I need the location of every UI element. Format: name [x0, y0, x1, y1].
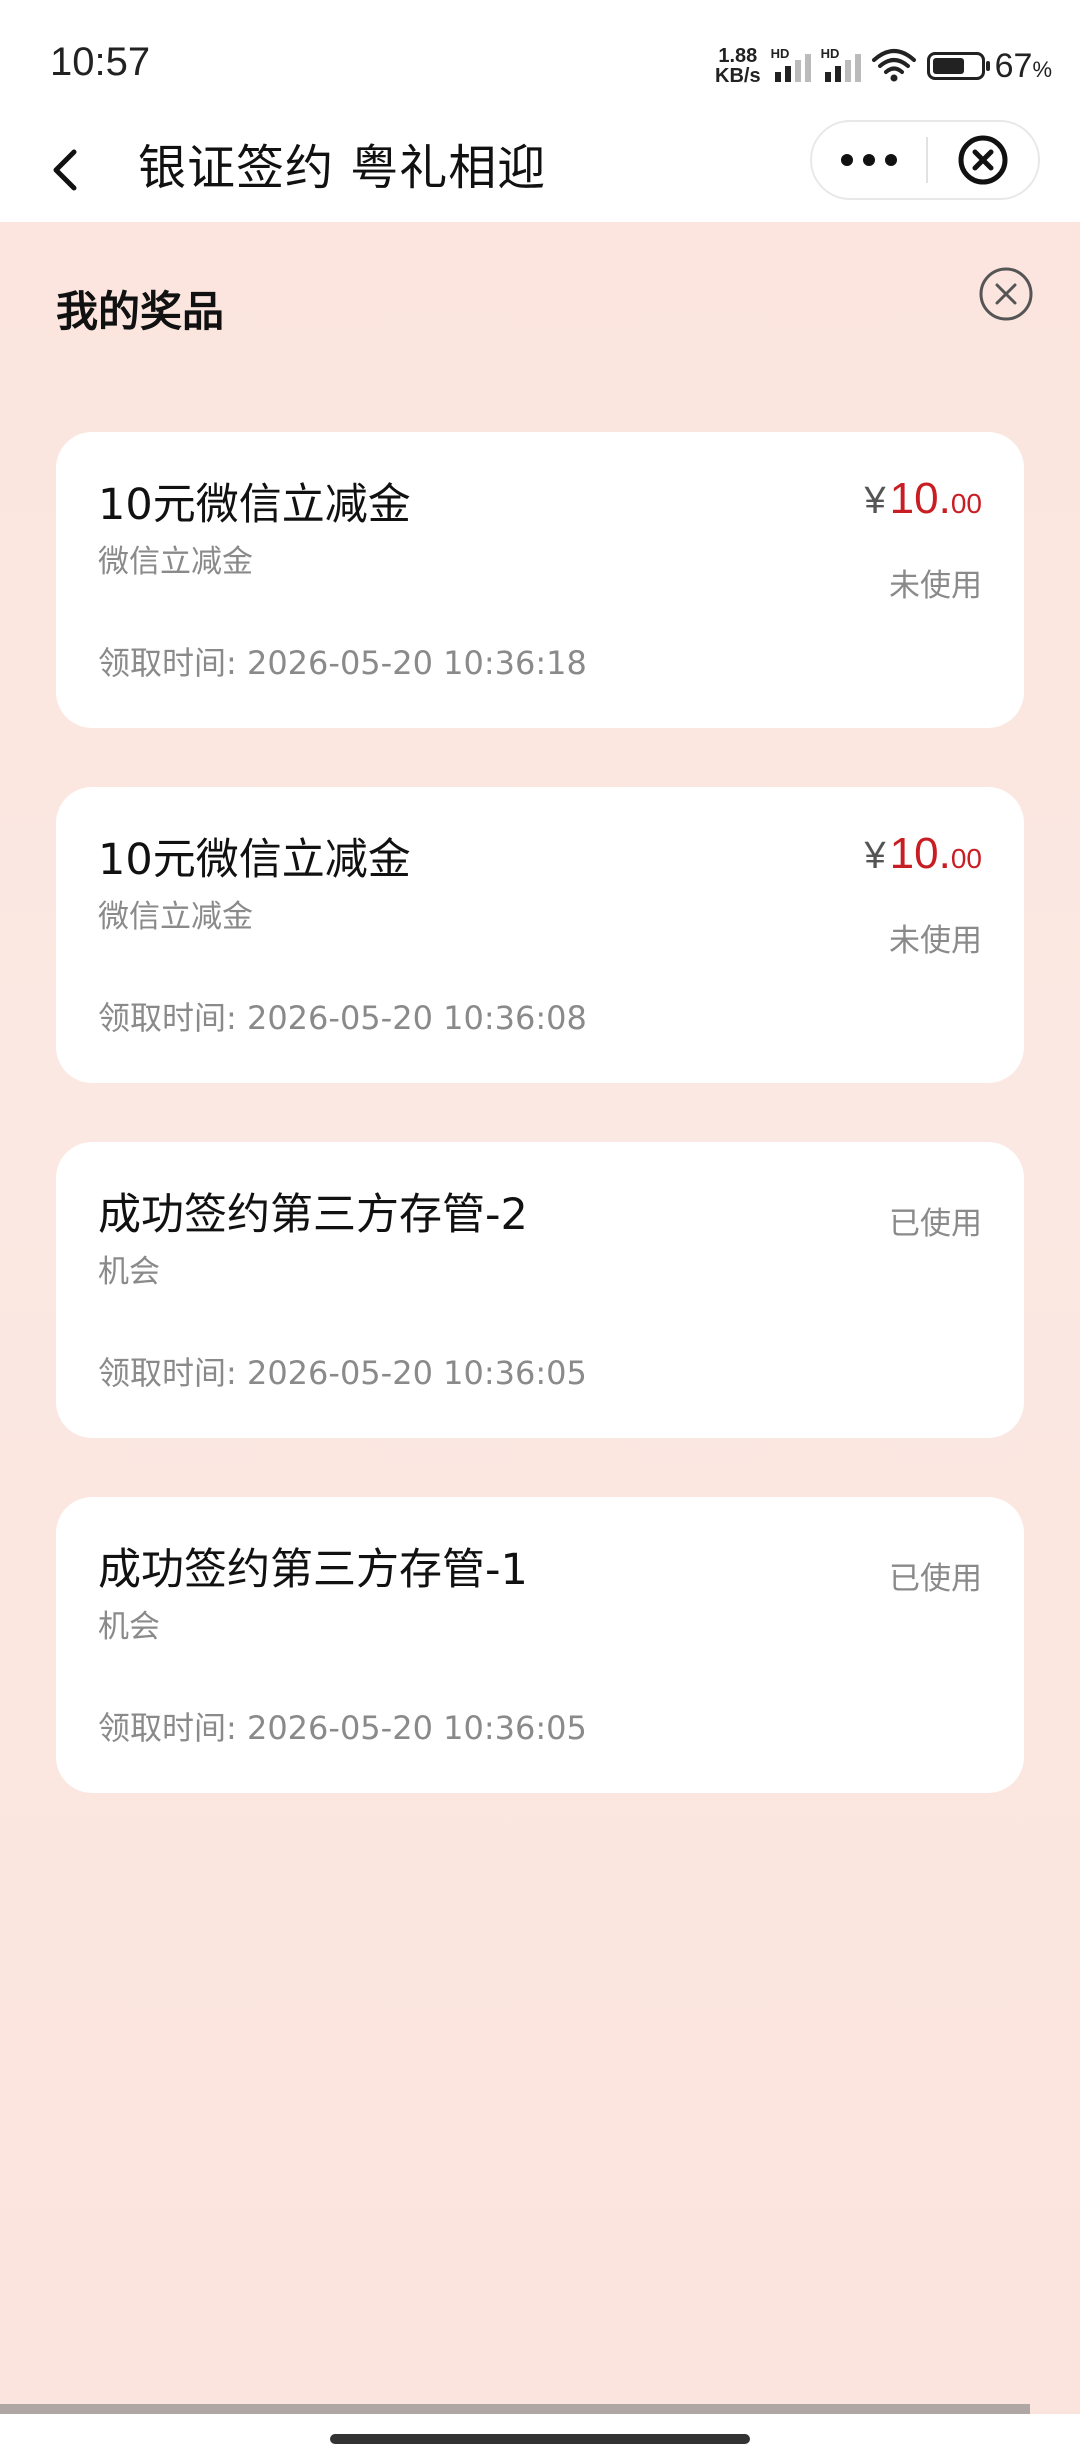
battery-percent: 67%	[994, 46, 1052, 85]
prize-status: 已使用	[889, 1561, 982, 1597]
mini-program-capsule	[810, 120, 1040, 200]
battery-fill	[932, 58, 964, 74]
prize-card[interactable]: 10元微信立减金 微信立减金 领取时间: 2026-05-20 10:36:18…	[56, 432, 1024, 728]
panel-close-button[interactable]	[978, 266, 1034, 322]
prize-type: 机会	[98, 1254, 160, 1290]
battery-icon	[926, 52, 990, 80]
network-speed-value: 1.88	[718, 45, 758, 67]
prize-type: 微信立减金	[98, 544, 253, 580]
network-speed: 1.88 KB/s	[715, 46, 761, 86]
page-title: 银证签约 粤礼相迎	[138, 140, 547, 196]
prize-claim-time: 领取时间: 2026-05-20 10:36:05	[98, 1354, 587, 1392]
amount-integer: 10.	[889, 829, 951, 878]
status-icons: 1.88 KB/s HD HD 67%	[715, 44, 1052, 88]
panel-title: 我的奖品	[56, 287, 225, 336]
chevron-left-icon	[53, 149, 77, 191]
prize-card[interactable]: 10元微信立减金 微信立减金 领取时间: 2026-05-20 10:36:08…	[56, 787, 1024, 1083]
horizontal-scrollbar[interactable]	[0, 2404, 1030, 2414]
prize-card[interactable]: 成功签约第三方存管-1 机会 领取时间: 2026-05-20 10:36:05…	[56, 1497, 1024, 1793]
prize-claim-time: 领取时间: 2026-05-20 10:36:18	[98, 644, 587, 682]
back-button[interactable]	[40, 136, 100, 202]
prize-card[interactable]: 成功签约第三方存管-2 机会 领取时间: 2026-05-20 10:36:05…	[56, 1142, 1024, 1438]
amount-integer: 10.	[889, 474, 951, 523]
nav-bar: 银证签约 粤礼相迎	[0, 116, 1080, 222]
prize-name: 成功签约第三方存管-1	[98, 1545, 528, 1595]
status-time: 10:57	[50, 40, 151, 84]
currency-symbol: ¥	[864, 480, 886, 522]
prize-claim-time: 领取时间: 2026-05-20 10:36:05	[98, 1709, 587, 1747]
exit-button[interactable]	[928, 122, 1038, 198]
prize-name: 10元微信立减金	[98, 835, 411, 885]
prize-amount: ¥10.00	[865, 474, 982, 524]
prize-amount: ¥10.00	[865, 829, 982, 879]
prize-status: 未使用	[889, 923, 982, 959]
hd-label: HD	[820, 46, 840, 61]
signal-icon: HD	[821, 46, 861, 82]
prize-type: 微信立减金	[98, 899, 253, 935]
more-button[interactable]	[812, 122, 926, 198]
prize-name: 成功签约第三方存管-2	[98, 1190, 528, 1240]
prize-type: 机会	[98, 1609, 160, 1645]
hd-label: HD	[770, 46, 790, 61]
amount-decimal: 00	[950, 843, 982, 874]
home-indicator[interactable]	[330, 2434, 750, 2444]
close-circle-icon	[979, 267, 1033, 321]
network-speed-unit: KB/s	[715, 65, 761, 87]
prize-claim-time: 领取时间: 2026-05-20 10:36:08	[98, 999, 587, 1037]
more-dots-icon	[841, 154, 853, 166]
amount-decimal: 00	[950, 488, 982, 519]
signal-icon: HD	[771, 46, 811, 82]
wifi-icon	[871, 49, 916, 82]
status-bar: 10:57 1.88 KB/s HD HD 67%	[0, 0, 1080, 116]
prize-status: 未使用	[889, 568, 982, 604]
prize-name: 10元微信立减金	[98, 480, 411, 530]
currency-symbol: ¥	[864, 835, 886, 877]
close-circle-icon	[958, 135, 1008, 185]
prize-panel: 我的奖品 10元微信立减金 微信立减金 领取时间: 2026-05-20 10:…	[0, 222, 1080, 2422]
prize-status: 已使用	[889, 1206, 982, 1242]
